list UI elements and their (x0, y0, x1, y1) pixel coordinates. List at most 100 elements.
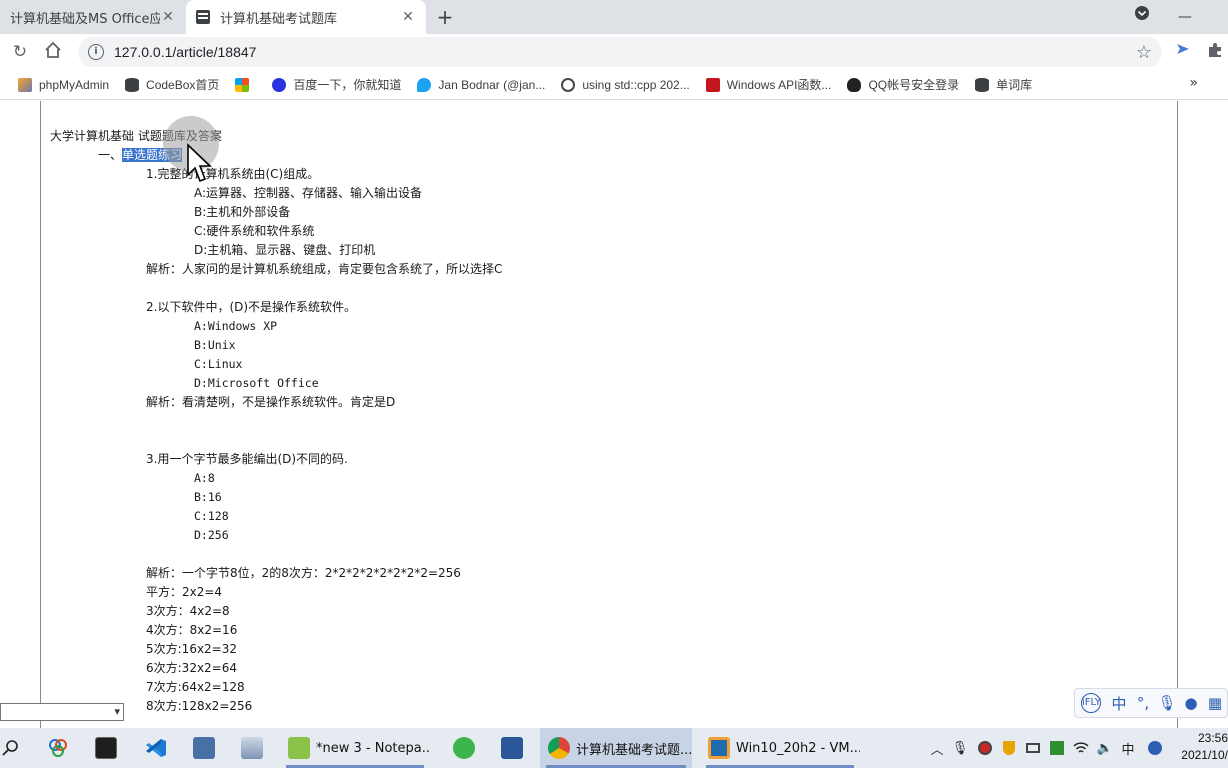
puzzle-icon[interactable] (1204, 41, 1226, 63)
app-icon[interactable] (38, 728, 78, 768)
extension-icon[interactable] (1172, 41, 1194, 63)
bookmark-windows-api[interactable]: Windows API函数... (698, 73, 840, 97)
clock[interactable]: 23:56 2021/10/ (1172, 730, 1228, 764)
browser-toolbar: ↻ i 127.0.0.1/article/18847 ☆ (0, 34, 1228, 70)
close-icon[interactable]: ✕ (400, 9, 416, 25)
ime-lang-toggle[interactable]: 中 (1107, 693, 1131, 714)
url-text: 127.0.0.1/article/18847 (114, 44, 257, 60)
power-line: 3次方：4x2=8 (146, 604, 230, 618)
bookmark-phpmyadmin[interactable]: phpMyAdmin (10, 73, 117, 97)
bookmark-label: using std::cpp 202... (582, 77, 690, 92)
bookmark-label: 单词库 (996, 78, 1033, 92)
nvidia-icon[interactable] (1046, 728, 1068, 768)
bookmarks-overflow-icon[interactable]: » (1189, 75, 1198, 91)
clock-time: 23:56 (1197, 731, 1228, 745)
minimize-button[interactable]: — (1170, 0, 1200, 34)
q3-option-d: D:256 (194, 528, 229, 542)
section-prefix: 一、 (98, 148, 123, 162)
star-icon[interactable]: ☆ (1136, 42, 1152, 63)
bookmark-qq[interactable]: QQ帐号安全登录 (839, 73, 967, 97)
q3-option-c: C:128 (194, 509, 229, 523)
close-icon[interactable]: ✕ (160, 9, 176, 25)
tab-search-button[interactable] (1127, 0, 1157, 34)
taskbar-chrome[interactable]: 计算机基础考试题... (540, 728, 692, 768)
tab-label: 计算机基础考试题库 (220, 11, 338, 27)
address-bar[interactable]: i 127.0.0.1/article/18847 ☆ (78, 37, 1162, 67)
q1-option-b: B:主机和外部设备 (194, 205, 291, 219)
bookmark-wordbank[interactable]: 单词库 (967, 73, 1040, 97)
page-content: 大学计算机基础 试题题库及答案 一、单选题练习 1.完整的计算机系统由(C)组成… (0, 101, 1228, 728)
database-icon (125, 77, 140, 92)
new-tab-button[interactable]: + (434, 6, 456, 28)
wordpress-icon (561, 77, 576, 92)
pma-icon (18, 77, 32, 92)
ifly-tray-icon[interactable] (1144, 728, 1166, 768)
task-label: Win10_20h2 - VM... (736, 740, 860, 756)
remote-desktop-icon[interactable] (232, 728, 272, 768)
power-line: 4次方：8x2=16 (146, 623, 238, 637)
q2-option-b: B:Unix (194, 338, 236, 352)
tab-question-bank[interactable]: 计算机基础考试题库 ✕ (186, 0, 426, 34)
tray-overflow-icon[interactable]: ︿ (928, 728, 946, 768)
bookmark-label: QQ帐号安全登录 (868, 78, 960, 92)
mouse-cursor-icon (187, 143, 212, 183)
tab-office[interactable]: 计算机基础及MS Office应用 ✕ (0, 0, 186, 34)
shield-icon[interactable] (998, 728, 1020, 768)
bookmark-label: phpMyAdmin (39, 77, 110, 92)
power-line: 6次方:32x2=64 (146, 661, 238, 675)
clock-date: 2021/10/ (1181, 748, 1228, 762)
bookmarks-bar: phpMyAdmin CodeBox首页 百度一下，你就知道 Jan Bodna… (0, 70, 1228, 100)
taskbar: *new 3 - Notepa... 计算机基础考试题... Win10_20h… (0, 728, 1228, 768)
q1-option-c: C:硬件系统和软件系统 (194, 224, 315, 238)
q3-option-b: B:16 (194, 490, 222, 504)
search-icon[interactable] (0, 728, 20, 768)
task-label: 计算机基础考试题... (576, 742, 692, 758)
ime-toolbar: iFLY 中 °, 🎙 ● ▦ (1074, 688, 1228, 718)
qq-icon (847, 77, 862, 92)
power-line: 平方：2x2=4 (146, 585, 223, 599)
power-line: 5次方:16x2=32 (146, 642, 238, 656)
power-line: 8次方:128x2=256 (146, 699, 253, 713)
punctuation-icon[interactable]: °, (1131, 694, 1155, 712)
baidu-icon (272, 77, 287, 92)
terminal-icon[interactable] (86, 728, 126, 768)
q3-option-a: A:8 (194, 471, 215, 485)
twitter-icon (417, 77, 432, 92)
record-icon[interactable] (974, 728, 996, 768)
bookmark-codebox[interactable]: CodeBox首页 (117, 73, 227, 97)
calculator-icon[interactable] (184, 728, 224, 768)
green-app-icon[interactable] (444, 728, 484, 768)
bookmark-label: Windows API函数... (726, 78, 832, 92)
info-icon[interactable]: i (88, 44, 104, 60)
taskbar-vmware[interactable]: Win10_20h2 - VM... (700, 728, 860, 768)
tray-lang[interactable]: 中 (1118, 728, 1138, 768)
windows-icon (235, 77, 250, 92)
database-icon (975, 77, 990, 92)
microphone-icon[interactable]: 🎙 (1155, 694, 1179, 712)
wifi-icon[interactable] (1070, 728, 1092, 768)
power-line: 7次方:64x2=128 (146, 680, 245, 694)
dropdown-select[interactable]: ▾ (0, 703, 124, 721)
chevron-down-icon (1135, 6, 1149, 20)
bookmark-twitter[interactable]: Jan Bodnar (@jan... (409, 73, 553, 97)
vscode-icon[interactable] (136, 728, 176, 768)
display-icon[interactable] (1022, 728, 1044, 768)
user-icon[interactable]: ● (1179, 694, 1203, 712)
reload-icon[interactable]: ↻ (9, 41, 31, 63)
word-icon[interactable] (492, 728, 532, 768)
q2-option-c: C:Linux (194, 357, 243, 371)
question-1: 1.完整的计算机系统由(C)组成。 (146, 167, 320, 181)
bookmark-baidu[interactable]: 百度一下，你就知道 (264, 73, 409, 97)
volume-icon[interactable]: 🔈 (1094, 728, 1116, 768)
taskbar-notepad[interactable]: *new 3 - Notepa... (280, 728, 430, 768)
q1-option-d: D:主机箱、显示器、键盘、打印机 (194, 243, 376, 257)
ifly-logo-icon[interactable]: iFLY (1081, 693, 1101, 713)
bookmark-wordpress[interactable]: using std::cpp 202... (553, 73, 697, 97)
tab-strip: 计算机基础及MS Office应用 ✕ 计算机基础考试题库 ✕ + — (0, 0, 1228, 34)
chrome-icon (548, 737, 570, 759)
vmware-icon (708, 737, 730, 759)
home-icon[interactable] (42, 41, 64, 63)
bookmark-windows[interactable] (227, 73, 264, 97)
microphone-icon[interactable]: 🎙 (950, 728, 970, 768)
grid-icon[interactable]: ▦ (1203, 694, 1227, 712)
